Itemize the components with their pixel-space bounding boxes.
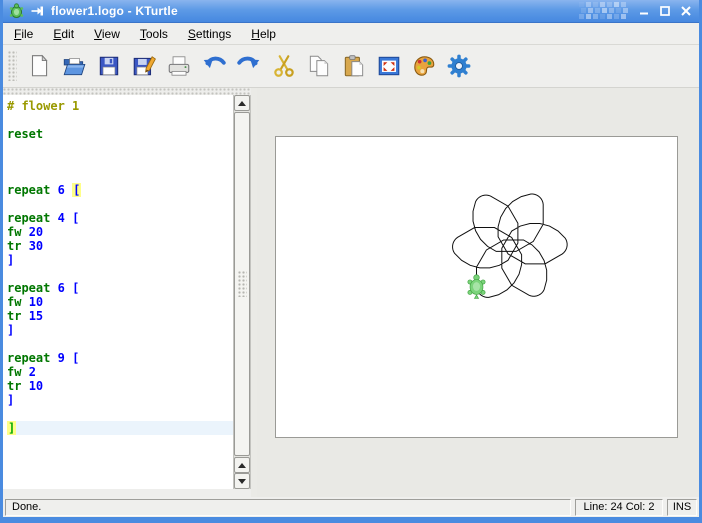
scroll-up-button-2[interactable] (234, 457, 250, 473)
titlebar[interactable]: flower1.logo - KTurtle (3, 0, 699, 23)
menu-view[interactable]: View (87, 25, 127, 43)
code-line (7, 169, 233, 183)
code-line: fw 20 (7, 225, 233, 239)
new-file-icon (26, 53, 52, 79)
triangle-up-icon (238, 101, 246, 106)
redo-button[interactable] (233, 51, 264, 82)
close-icon (680, 5, 692, 17)
menu-help[interactable]: Help (244, 25, 283, 43)
app-turtle-icon (8, 3, 25, 20)
print-icon (166, 53, 192, 79)
code-line: tr 15 (7, 309, 233, 323)
open-folder-icon (61, 53, 87, 79)
code-line (7, 267, 233, 281)
maximize-button[interactable] (657, 3, 673, 19)
menu-edit[interactable]: Edit (46, 25, 81, 43)
save-as-button[interactable] (128, 51, 159, 82)
menu-file[interactable]: File (7, 25, 40, 43)
full-screen-button[interactable] (373, 51, 404, 82)
turtle-sprite (468, 275, 485, 299)
code-line (7, 337, 233, 351)
code-line: repeat 4 [ (7, 211, 233, 225)
scroll-down-button[interactable] (234, 473, 250, 489)
main-area: # flower 1 reset repeat 6 [ repeat 4 [fw… (3, 88, 699, 497)
pin-icon (31, 5, 45, 17)
turtle-canvas (275, 136, 678, 438)
code-line (7, 113, 233, 127)
editor-top-grip[interactable] (3, 88, 251, 95)
run-button[interactable] (443, 51, 474, 82)
scroll-up-button[interactable] (234, 95, 250, 111)
code-line: ] (7, 421, 233, 435)
input-mode-text: INS (673, 501, 691, 513)
kturtle-window: flower1.logo - KTurtle File Edit View To… (0, 0, 702, 523)
status-message-text: Done. (12, 501, 41, 513)
status-cursor-position: Line: 24 Col: 2 (575, 499, 663, 516)
status-input-mode: INS (667, 499, 697, 516)
close-button[interactable] (678, 3, 694, 19)
save-icon (96, 53, 122, 79)
color-palette-icon (411, 53, 437, 79)
triangle-down-icon (238, 479, 246, 484)
code-editor-panel: # flower 1 reset repeat 6 [ repeat 4 [fw… (3, 88, 251, 497)
code-line: ] (7, 253, 233, 267)
scrollbar-track[interactable] (234, 112, 250, 456)
code-line: reset (7, 127, 233, 141)
main-toolbar (3, 45, 699, 88)
status-message: Done. (5, 499, 571, 516)
editor-view: # flower 1 reset repeat 6 [ repeat 4 [fw… (3, 95, 251, 489)
code-line: fw 2 (7, 365, 233, 379)
print-button[interactable] (163, 51, 194, 82)
redo-icon (236, 53, 262, 79)
sticky-pin-button[interactable] (30, 3, 46, 19)
maximize-icon (659, 5, 671, 17)
open-file-button[interactable] (58, 51, 89, 82)
full-screen-icon (376, 53, 402, 79)
paste-button[interactable] (338, 51, 369, 82)
code-editor[interactable]: # flower 1 reset repeat 6 [ repeat 4 [fw… (3, 95, 233, 489)
scrollbar-grip-icon (238, 271, 247, 297)
paste-clipboard-icon (341, 53, 367, 79)
code-line: repeat 6 [ (7, 281, 233, 295)
undo-button[interactable] (198, 51, 229, 82)
editor-vertical-scrollbar (233, 95, 250, 489)
code-line: ] (7, 393, 233, 407)
code-line: repeat 6 [ (7, 183, 233, 197)
copy-icon (306, 53, 332, 79)
triangle-up-icon (238, 463, 246, 468)
statusbar: Done. Line: 24 Col: 2 INS (3, 497, 699, 517)
save-as-icon (131, 53, 157, 79)
undo-icon (201, 53, 227, 79)
menu-settings[interactable]: Settings (181, 25, 238, 43)
color-picker-button[interactable] (408, 51, 439, 82)
titlebar-pattern (579, 1, 631, 21)
minimize-icon (638, 5, 650, 17)
code-line: ] (7, 323, 233, 337)
code-line (7, 141, 233, 155)
code-line (7, 155, 233, 169)
code-line (7, 197, 233, 211)
code-line: fw 10 (7, 295, 233, 309)
cursor-position-text: Line: 24 Col: 2 (584, 501, 655, 513)
canvas-panel (257, 88, 699, 497)
code-line: repeat 9 [ (7, 351, 233, 365)
scrollbar-thumb[interactable] (234, 112, 250, 456)
cut-button[interactable] (268, 51, 299, 82)
menubar: File Edit View Tools Settings Help (3, 23, 699, 45)
copy-button[interactable] (303, 51, 334, 82)
code-line: tr 10 (7, 379, 233, 393)
cut-scissors-icon (271, 53, 297, 79)
code-line (7, 407, 233, 421)
minimize-button[interactable] (636, 3, 652, 19)
turtle-drawing (276, 137, 677, 437)
code-line: tr 30 (7, 239, 233, 253)
code-line: # flower 1 (7, 99, 233, 113)
new-file-button[interactable] (23, 51, 54, 82)
save-button[interactable] (93, 51, 124, 82)
menu-tools[interactable]: Tools (133, 25, 175, 43)
window-title: flower1.logo - KTurtle (51, 4, 178, 18)
toolbar-handle[interactable] (8, 51, 17, 81)
run-gear-icon (446, 53, 472, 79)
